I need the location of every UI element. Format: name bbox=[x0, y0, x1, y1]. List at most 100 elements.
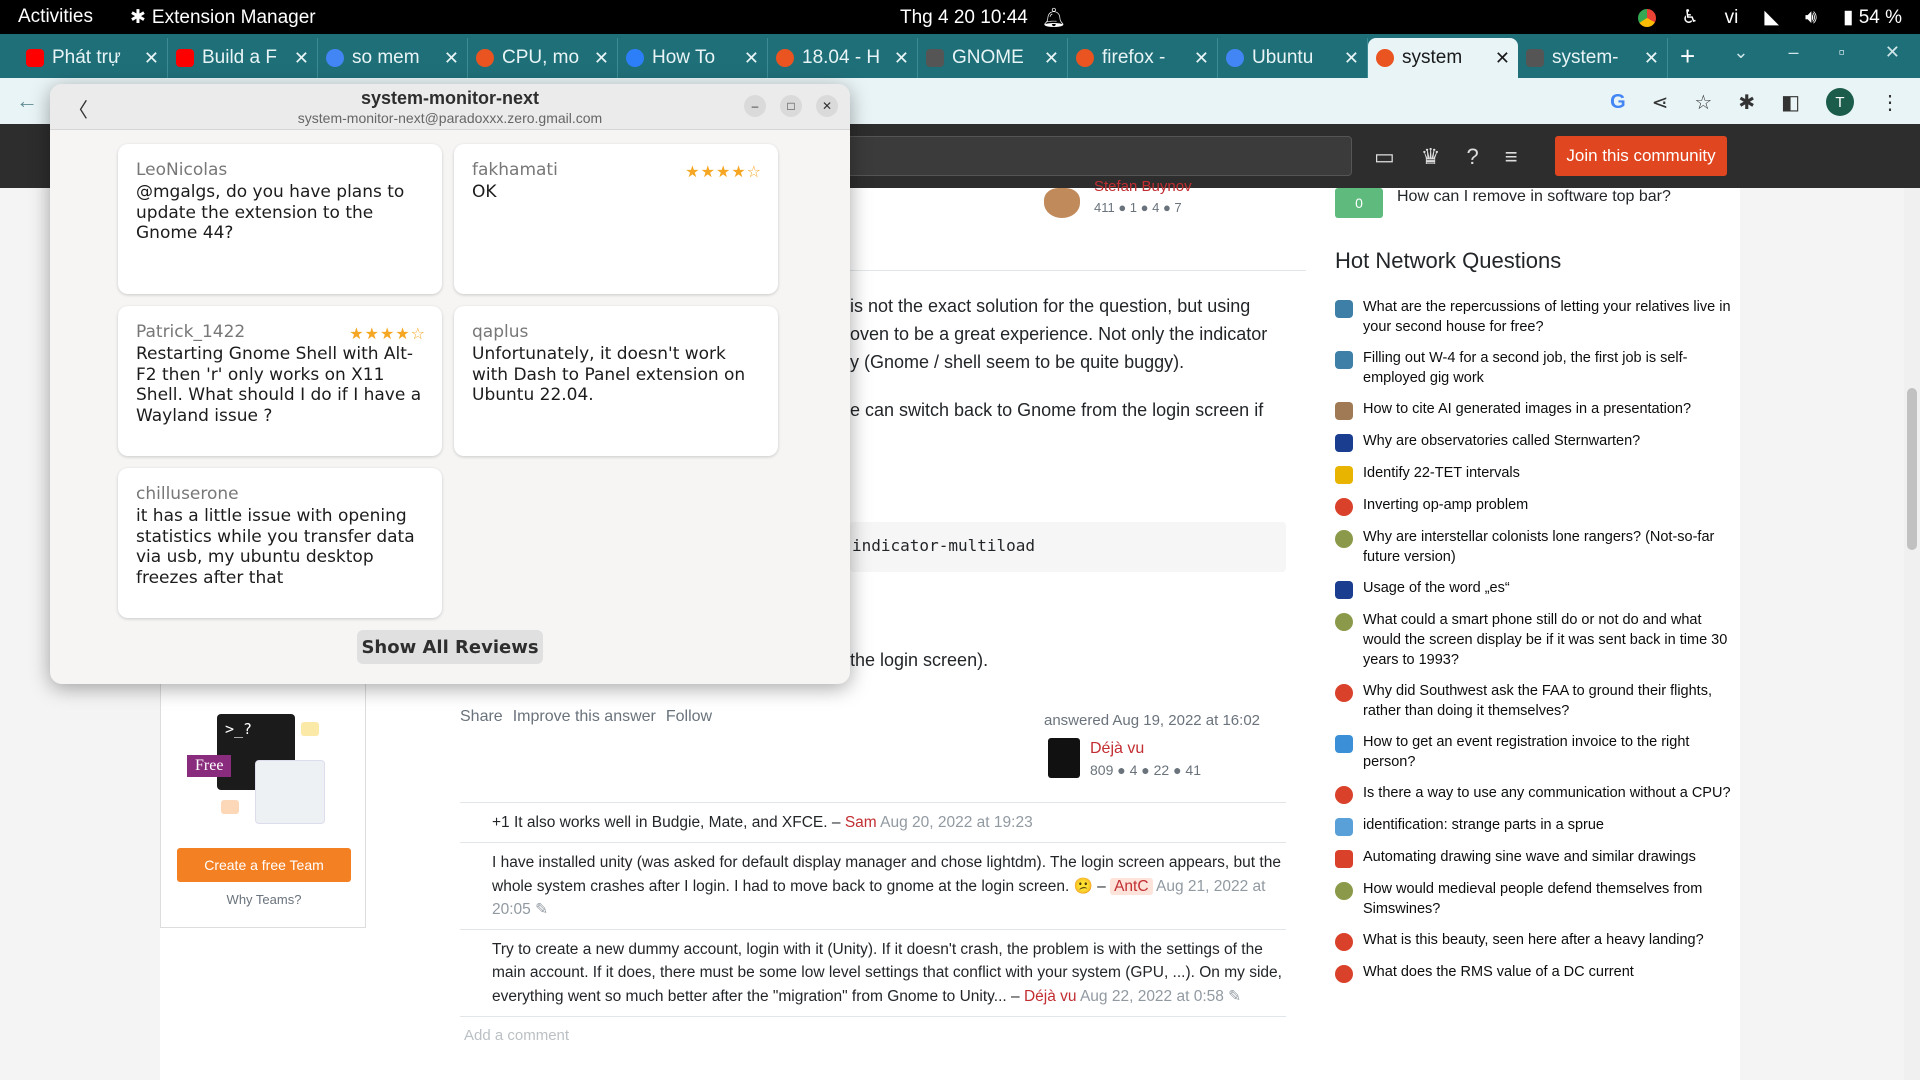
app-menu[interactable]: ✱ Extension Manager bbox=[130, 6, 316, 29]
hnq-link[interactable]: Usage of the word „es“ bbox=[1363, 579, 1510, 599]
extensions-icon[interactable]: ✱ bbox=[1738, 90, 1755, 115]
tab-3[interactable]: CPU, mo ✕ bbox=[468, 38, 618, 78]
hnq-item[interactable]: How to get an event registration invoice… bbox=[1335, 733, 1735, 772]
hnq-item[interactable]: Identify 22-TET intervals bbox=[1335, 464, 1735, 485]
profile-avatar[interactable]: T bbox=[1826, 88, 1854, 116]
hnq-link[interactable]: How to get an event registration invoice… bbox=[1363, 733, 1735, 772]
author-name[interactable]: Déjà vu bbox=[1090, 740, 1144, 758]
hnq-item[interactable]: Filling out W-4 for a second job, the fi… bbox=[1335, 349, 1735, 388]
add-comment-link[interactable]: Add a comment bbox=[460, 1015, 1286, 1054]
question-link[interactable]: How can I remove in software top bar? bbox=[1397, 188, 1671, 206]
tab-1[interactable]: Build a F ✕ bbox=[168, 38, 318, 78]
hnq-item[interactable]: Why are observatories called Sternwarten… bbox=[1335, 432, 1735, 453]
tab-5[interactable]: 18.04 - H ✕ bbox=[768, 38, 918, 78]
hnq-item[interactable]: Why are interstellar colonists lone rang… bbox=[1335, 528, 1735, 567]
site-search-input[interactable] bbox=[800, 136, 1352, 176]
hnq-link[interactable]: Is there a way to use any communication … bbox=[1363, 784, 1731, 804]
hnq-link[interactable]: Why are interstellar colonists lone rang… bbox=[1363, 528, 1735, 567]
close-icon[interactable]: ✕ bbox=[894, 48, 909, 69]
sidepanel-icon[interactable]: ◧ bbox=[1781, 90, 1800, 115]
close-icon[interactable]: ✕ bbox=[744, 48, 759, 69]
tab-0[interactable]: Phát trự ✕ bbox=[18, 38, 168, 78]
hnq-link[interactable]: Filling out W-4 for a second job, the fi… bbox=[1363, 349, 1735, 388]
show-all-reviews-button[interactable]: Show All Reviews bbox=[357, 630, 543, 664]
maximize-icon[interactable]: □ bbox=[780, 95, 802, 117]
tab-search-icon[interactable]: ⌄ bbox=[1733, 42, 1748, 63]
page-scrollbar[interactable] bbox=[1904, 188, 1920, 1080]
tab-10[interactable]: system- ✕ bbox=[1518, 38, 1668, 78]
hnq-link[interactable]: Automating drawing sine wave and similar… bbox=[1363, 848, 1696, 868]
site-switcher-icon[interactable]: ≡ bbox=[1505, 144, 1518, 170]
close-icon[interactable]: ✕ bbox=[294, 48, 309, 69]
hnq-item[interactable]: Automating drawing sine wave and similar… bbox=[1335, 848, 1735, 869]
wifi-icon[interactable]: ◣ bbox=[1764, 6, 1779, 29]
achievements-icon[interactable]: ♛ bbox=[1421, 144, 1441, 170]
hnq-item[interactable]: Usage of the word „es“ bbox=[1335, 579, 1735, 600]
tab-6[interactable]: GNOME ✕ bbox=[918, 38, 1068, 78]
activities-button[interactable]: Activities bbox=[18, 6, 93, 28]
comment-user[interactable]: AntC bbox=[1110, 877, 1153, 895]
inbox-icon[interactable]: ▭ bbox=[1374, 144, 1395, 170]
share-link[interactable]: Share bbox=[460, 708, 503, 726]
tab-4[interactable]: How To ✕ bbox=[618, 38, 768, 78]
close-icon[interactable]: ✕ bbox=[1344, 48, 1359, 69]
hnq-link[interactable]: Why did Southwest ask the FAA to ground … bbox=[1363, 682, 1735, 721]
clock[interactable]: Thg 4 20 10:44 🔔︎ bbox=[900, 6, 1066, 30]
scrollbar-thumb[interactable] bbox=[1907, 388, 1917, 550]
comment-date[interactable]: Aug 22, 2022 at 0:58 ✎ bbox=[1080, 988, 1241, 1005]
accessibility-icon[interactable]: ♿︎ bbox=[1682, 6, 1699, 29]
system-tray[interactable]: ♿︎ vi ◣ 🔊︎ ▮ 54 % bbox=[1637, 6, 1902, 29]
google-icon[interactable]: G bbox=[1610, 91, 1626, 114]
avatar[interactable] bbox=[1048, 738, 1080, 778]
author-name[interactable]: Stefan Buynov bbox=[1094, 178, 1192, 195]
hnq-link[interactable]: Inverting op-amp problem bbox=[1363, 496, 1528, 516]
hnq-link[interactable]: What does the RMS value of a DC current bbox=[1363, 963, 1634, 983]
close-icon[interactable]: ✕ bbox=[1495, 48, 1510, 69]
share-icon[interactable]: ⋖ bbox=[1652, 90, 1669, 115]
keyboard-layout[interactable]: vi bbox=[1725, 7, 1739, 29]
menu-icon[interactable]: ⋮ bbox=[1880, 90, 1900, 115]
avatar[interactable] bbox=[1044, 188, 1080, 218]
tab-9-active[interactable]: system ✕ bbox=[1368, 38, 1518, 78]
back-icon[interactable]: ← bbox=[16, 88, 38, 114]
hnq-link[interactable]: What is this beauty, seen here after a h… bbox=[1363, 931, 1704, 951]
chrome-icon[interactable] bbox=[1637, 8, 1656, 27]
star-icon[interactable]: ☆ bbox=[1694, 90, 1712, 115]
hnq-item[interactable]: Is there a way to use any communication … bbox=[1335, 784, 1735, 805]
close-icon[interactable]: ✕ bbox=[144, 48, 159, 69]
new-tab-button[interactable]: + bbox=[1680, 41, 1695, 72]
hnq-link[interactable]: Identify 22-TET intervals bbox=[1363, 464, 1520, 484]
hnq-item[interactable]: What is this beauty, seen here after a h… bbox=[1335, 931, 1735, 952]
close-icon[interactable]: ✕ bbox=[1644, 48, 1659, 69]
hnq-item[interactable]: What could a smart phone still do or not… bbox=[1335, 611, 1735, 670]
close-icon[interactable]: ✕ bbox=[1194, 48, 1209, 69]
hnq-link[interactable]: How would medieval people defend themsel… bbox=[1363, 880, 1735, 919]
comment-date[interactable]: Aug 20, 2022 at 19:23 bbox=[880, 814, 1033, 831]
hnq-item[interactable]: How to cite AI generated images in a pre… bbox=[1335, 400, 1735, 421]
help-icon[interactable]: ? bbox=[1467, 144, 1479, 170]
minimize-icon[interactable]: – bbox=[744, 95, 766, 117]
close-window-icon[interactable]: ✕ bbox=[1885, 42, 1900, 63]
hnq-link[interactable]: What are the repercussions of letting yo… bbox=[1363, 298, 1735, 337]
close-icon[interactable]: ✕ bbox=[594, 48, 609, 69]
tab-2[interactable]: so mem ✕ bbox=[318, 38, 468, 78]
tab-7[interactable]: firefox - ✕ bbox=[1068, 38, 1218, 78]
battery-status[interactable]: ▮ 54 % bbox=[1843, 6, 1902, 29]
hnq-item[interactable]: Inverting op-amp problem bbox=[1335, 496, 1735, 517]
comment-user[interactable]: Sam bbox=[845, 814, 877, 831]
hnq-link[interactable]: How to cite AI generated images in a pre… bbox=[1363, 400, 1691, 420]
related-question[interactable]: 0 How can I remove in software top bar? bbox=[1335, 188, 1671, 218]
join-community-button[interactable]: Join this community bbox=[1555, 136, 1727, 176]
hnq-link[interactable]: Why are observatories called Sternwarten… bbox=[1363, 432, 1640, 452]
hnq-item[interactable]: What are the repercussions of letting yo… bbox=[1335, 298, 1735, 337]
tab-8[interactable]: Ubuntu ✕ bbox=[1218, 38, 1368, 78]
hnq-item[interactable]: How would medieval people defend themsel… bbox=[1335, 880, 1735, 919]
comment-user[interactable]: Déjà vu bbox=[1024, 988, 1077, 1005]
improve-link[interactable]: Improve this answer bbox=[513, 708, 656, 726]
hnq-link[interactable]: What could a smart phone still do or not… bbox=[1363, 611, 1735, 670]
close-icon[interactable]: ✕ bbox=[444, 48, 459, 69]
maximize-icon[interactable]: ▫ bbox=[1839, 42, 1845, 63]
volume-icon[interactable]: 🔊︎ bbox=[1805, 7, 1817, 29]
close-icon[interactable]: ✕ bbox=[816, 95, 838, 117]
minimize-icon[interactable]: – bbox=[1789, 42, 1799, 63]
